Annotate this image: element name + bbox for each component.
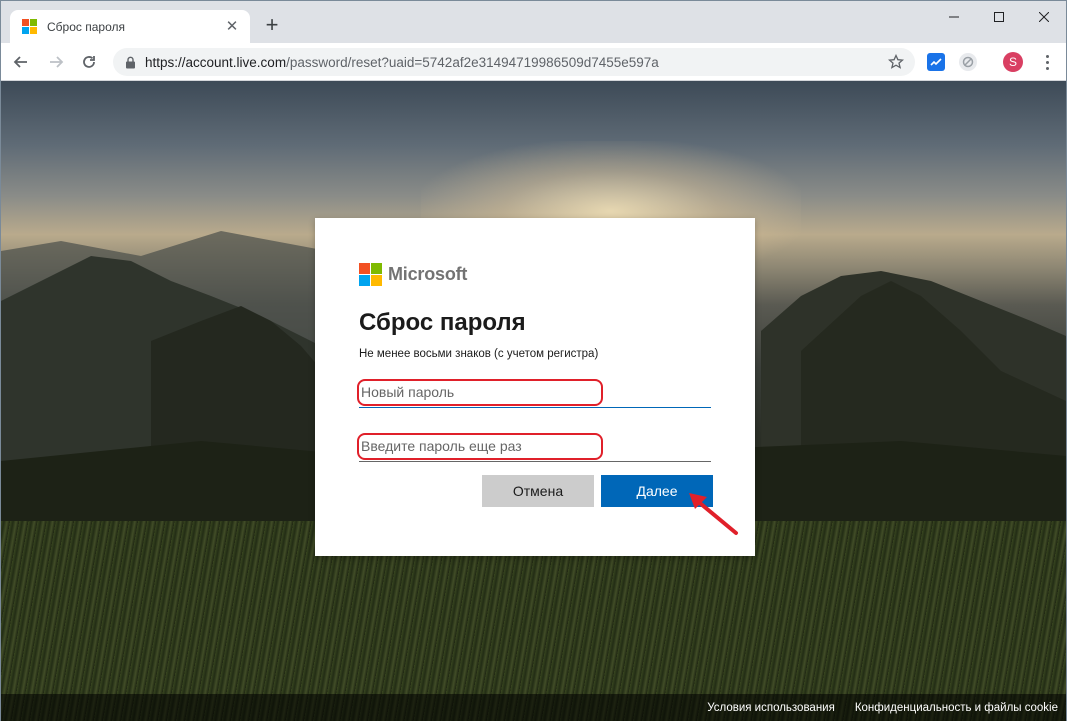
- tab-close-icon[interactable]: ✕: [224, 18, 240, 35]
- reload-icon: [83, 56, 95, 68]
- maximize-button[interactable]: [976, 1, 1021, 33]
- address-bar[interactable]: https://account.live.com/password/reset?…: [113, 48, 915, 76]
- back-button[interactable]: [9, 50, 33, 74]
- confirm-password-field: [357, 430, 711, 462]
- window-controls: [931, 1, 1066, 33]
- password-reset-dialog: Microsoft Сброс пароля Не менее восьми з…: [315, 218, 755, 556]
- page-footer: Условия использования Конфиденциальность…: [1, 694, 1066, 721]
- microsoft-logo-icon: [359, 262, 382, 286]
- tab-password-reset[interactable]: Сброс пароля ✕: [10, 10, 250, 43]
- microsoft-logo: Microsoft: [359, 262, 711, 286]
- privacy-link[interactable]: Конфиденциальность и файлы cookie: [855, 702, 1058, 714]
- profile-avatar[interactable]: S: [1003, 52, 1023, 72]
- bookmark-star-icon[interactable]: [885, 51, 907, 73]
- lock-icon: [123, 55, 137, 69]
- minimize-button[interactable]: [931, 1, 976, 33]
- new-tab-button[interactable]: +: [260, 13, 284, 37]
- more-vert-icon[interactable]: [1037, 52, 1057, 72]
- confirm-password-input[interactable]: [359, 430, 711, 461]
- url-text[interactable]: https://account.live.com/password/reset?…: [145, 55, 885, 70]
- dialog-buttons: Отмена Далее: [482, 475, 713, 507]
- arrow-right-icon: [50, 56, 64, 68]
- next-button[interactable]: Далее: [601, 475, 713, 507]
- microsoft-favicon-icon: [22, 18, 38, 35]
- forward-button[interactable]: [44, 50, 68, 74]
- tab-title: Сброс пароля: [47, 19, 125, 34]
- browser-toolbar: https://account.live.com/password/reset?…: [1, 43, 1066, 81]
- page-viewport: Microsoft Сброс пароля Не менее восьми з…: [1, 81, 1066, 721]
- microsoft-logo-text: Microsoft: [388, 263, 468, 284]
- arrow-left-icon: [13, 56, 27, 68]
- browser-window: Сброс пароля ✕ + https://account.live.co…: [0, 0, 1067, 721]
- new-password-input[interactable]: [359, 376, 711, 407]
- close-icon: [1038, 12, 1049, 22]
- cancel-button[interactable]: Отмена: [482, 475, 594, 507]
- url-host: https://account.live.com: [145, 54, 287, 70]
- extension-chart-icon[interactable]: [927, 53, 945, 71]
- maximize-icon: [993, 12, 1004, 22]
- minimize-icon: [948, 16, 959, 18]
- extension-grey-icon[interactable]: [959, 53, 977, 71]
- new-password-field: [357, 376, 711, 408]
- tab-strip: Сброс пароля ✕ +: [1, 1, 1066, 43]
- terms-link[interactable]: Условия использования: [707, 702, 835, 714]
- page-title: Сброс пароля: [359, 309, 526, 336]
- close-window-button[interactable]: [1021, 1, 1066, 33]
- reload-button[interactable]: [77, 50, 101, 74]
- url-path: /password/reset?uaid=5742af2e31494719986…: [286, 54, 659, 70]
- password-requirement-text: Не менее восьми знаков (с учетом регистр…: [359, 348, 599, 360]
